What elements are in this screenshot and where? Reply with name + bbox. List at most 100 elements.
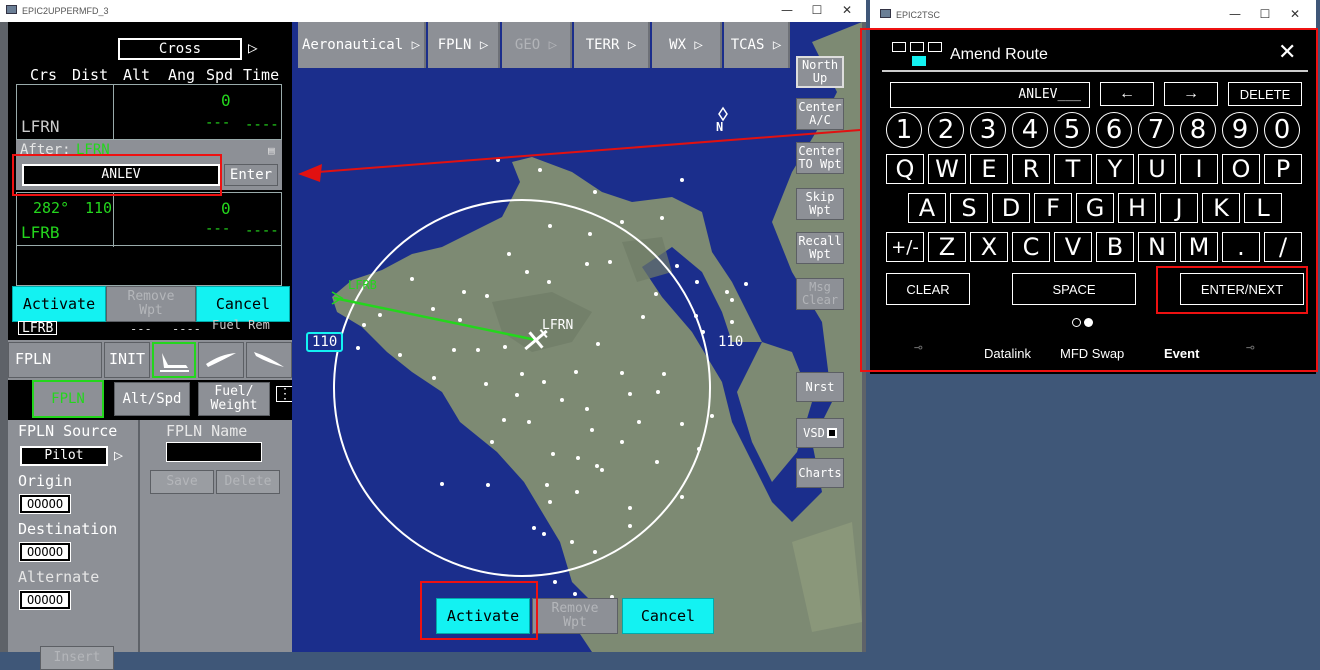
- tab-geo[interactable]: GEO ▷: [502, 22, 572, 68]
- key-n[interactable]: N: [1138, 232, 1176, 262]
- key-l[interactable]: L: [1244, 193, 1282, 223]
- subtab-fpln[interactable]: FPLN: [32, 380, 104, 418]
- fpln-name-input[interactable]: [166, 442, 262, 462]
- key-1[interactable]: 1: [886, 112, 922, 148]
- cursor-right-button[interactable]: →: [1164, 82, 1218, 106]
- key-d[interactable]: D: [992, 193, 1030, 223]
- mode-arrow-icon[interactable]: ▷: [248, 38, 258, 57]
- key-plus-minus[interactable]: +/-: [886, 232, 924, 262]
- mode-selector[interactable]: Cross: [118, 38, 242, 60]
- key-q[interactable]: Q: [886, 154, 924, 184]
- tab-aircraft-cruise[interactable]: [198, 342, 244, 378]
- key-z[interactable]: Z: [928, 232, 966, 262]
- key-i[interactable]: I: [1180, 154, 1218, 184]
- key-period[interactable]: .: [1222, 232, 1260, 262]
- tab-datalink[interactable]: Datalink: [984, 346, 1031, 361]
- tab-aircraft-descent[interactable]: [246, 342, 292, 378]
- key-u[interactable]: U: [1138, 154, 1176, 184]
- key-f[interactable]: F: [1034, 193, 1072, 223]
- key-0[interactable]: 0: [1264, 112, 1300, 148]
- key-c[interactable]: C: [1012, 232, 1050, 262]
- map-activate-button[interactable]: Activate: [436, 598, 530, 634]
- key-r[interactable]: R: [1012, 154, 1050, 184]
- cursor-left-button[interactable]: ←: [1100, 82, 1154, 106]
- enter-next-button[interactable]: ENTER/NEXT: [1180, 273, 1304, 305]
- delete-button[interactable]: Delete: [216, 470, 280, 494]
- skip-wpt-button[interactable]: Skip Wpt: [796, 188, 844, 220]
- msg-clear-button[interactable]: Msg Clear: [796, 278, 844, 310]
- destination-field[interactable]: OOOOO: [19, 542, 71, 562]
- waypoint-entry-field[interactable]: ANLEV: [22, 164, 220, 186]
- key-m[interactable]: M: [1180, 232, 1218, 262]
- leg-row-3[interactable]: [16, 246, 282, 286]
- key-4[interactable]: 4: [1012, 112, 1048, 148]
- key-8[interactable]: 8: [1180, 112, 1216, 148]
- close-icon[interactable]: ✕: [1280, 7, 1310, 21]
- map-display[interactable]: N LFRN LFRB 110 110 Activate Remove Wpt …: [292, 22, 862, 652]
- tab-mfd-swap[interactable]: MFD Swap: [1060, 346, 1124, 361]
- key-s[interactable]: S: [950, 193, 988, 223]
- key-h[interactable]: H: [1118, 193, 1156, 223]
- subtab-alt-spd[interactable]: Alt/Spd: [114, 382, 190, 416]
- map-remove-wpt-button[interactable]: Remove Wpt: [532, 598, 618, 634]
- scroll-icon[interactable]: ▤: [268, 144, 275, 157]
- leg-row-2[interactable]: 282° 110 0 LFRB --- ----: [16, 192, 282, 247]
- key-x[interactable]: X: [970, 232, 1008, 262]
- fpln-source-select[interactable]: Pilot: [20, 446, 108, 466]
- key-v[interactable]: V: [1054, 232, 1092, 262]
- close-panel-icon[interactable]: ✕: [1278, 40, 1296, 65]
- key-y[interactable]: Y: [1096, 154, 1134, 184]
- alternate-field[interactable]: OOOOO: [19, 590, 71, 610]
- center-ac-button[interactable]: Center A/C: [796, 98, 844, 130]
- clear-button[interactable]: CLEAR: [886, 273, 970, 305]
- map-cancel-button[interactable]: Cancel: [622, 598, 714, 634]
- window-layout-icon[interactable]: [892, 42, 944, 68]
- tab-aeronautical[interactable]: Aeronautical ▷: [298, 22, 426, 68]
- key-g[interactable]: G: [1076, 193, 1114, 223]
- tab-aircraft-ground[interactable]: [152, 342, 196, 378]
- key-3[interactable]: 3: [970, 112, 1006, 148]
- bottom-right-icon[interactable]: ⊸: [1246, 340, 1254, 356]
- route-input-field[interactable]: ANLEV___: [890, 82, 1090, 108]
- enter-button[interactable]: Enter: [224, 164, 278, 186]
- maximize-icon[interactable]: ☐: [1250, 7, 1280, 21]
- subtab-fuel-weight[interactable]: Fuel/ Weight: [198, 382, 270, 416]
- leg-row-1[interactable]: LFRN 0 --- ----: [16, 84, 282, 141]
- range-label-left[interactable]: 110: [306, 332, 344, 352]
- center-to-wpt-button[interactable]: Center TO Wpt: [796, 142, 844, 174]
- recall-wpt-button[interactable]: Recall Wpt: [796, 232, 844, 264]
- bottom-left-icon[interactable]: ⊸: [914, 340, 922, 356]
- key-j[interactable]: J: [1160, 193, 1198, 223]
- close-icon[interactable]: ✕: [832, 3, 862, 17]
- remove-wpt-button[interactable]: Remove Wpt: [106, 286, 196, 322]
- key-a[interactable]: A: [908, 193, 946, 223]
- save-button[interactable]: Save: [150, 470, 214, 494]
- origin-field[interactable]: OOOOO: [19, 494, 71, 514]
- tab-fpln[interactable]: FPLN: [8, 342, 102, 378]
- minimize-icon[interactable]: —: [772, 3, 802, 17]
- delete-button[interactable]: DELETE: [1228, 82, 1302, 106]
- tab-tcas[interactable]: TCAS ▷: [724, 22, 790, 68]
- key-e[interactable]: E: [970, 154, 1008, 184]
- tab-event[interactable]: Event: [1164, 346, 1199, 361]
- key-6[interactable]: 6: [1096, 112, 1132, 148]
- tab-wx[interactable]: WX ▷: [652, 22, 722, 68]
- source-arrow-icon[interactable]: ▷: [114, 446, 123, 464]
- tab-fpln-map[interactable]: FPLN ▷: [428, 22, 500, 68]
- key-2[interactable]: 2: [928, 112, 964, 148]
- key-o[interactable]: O: [1222, 154, 1260, 184]
- key-b[interactable]: B: [1096, 232, 1134, 262]
- key-k[interactable]: K: [1202, 193, 1240, 223]
- minimize-icon[interactable]: —: [1220, 7, 1250, 21]
- maximize-icon[interactable]: ☐: [802, 3, 832, 17]
- charts-button[interactable]: Charts: [796, 458, 844, 488]
- insert-button[interactable]: Insert: [40, 646, 114, 670]
- tab-terr[interactable]: TERR ▷: [574, 22, 650, 68]
- key-7[interactable]: 7: [1138, 112, 1174, 148]
- vsd-button[interactable]: VSD: [796, 418, 844, 448]
- key-9[interactable]: 9: [1222, 112, 1258, 148]
- cancel-button[interactable]: Cancel: [196, 286, 290, 322]
- key-w[interactable]: W: [928, 154, 966, 184]
- key-slash[interactable]: /: [1264, 232, 1302, 262]
- key-5[interactable]: 5: [1054, 112, 1090, 148]
